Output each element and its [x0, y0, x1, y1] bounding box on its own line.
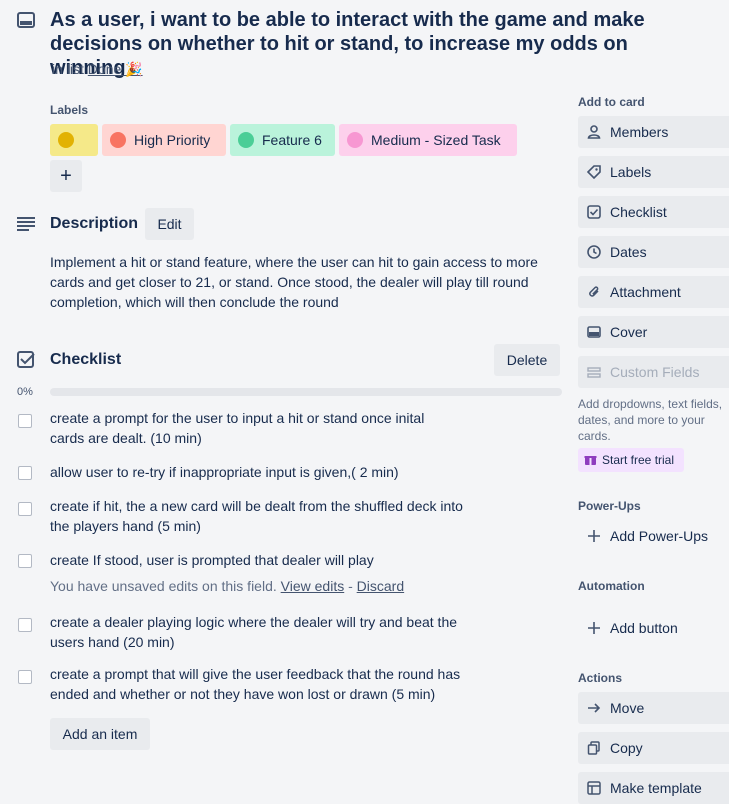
- automation-heading: Automation: [578, 579, 645, 593]
- checklist-progress-percent: 0%: [17, 386, 33, 398]
- list-link[interactable]: Done 🎉: [88, 61, 143, 77]
- description-icon: [17, 216, 35, 232]
- label-chip-high-priority[interactable]: High Priority: [102, 124, 226, 156]
- add-powerups-button[interactable]: Add Power-Ups: [578, 520, 729, 552]
- checklist-item[interactable]: create a prompt for the user to input a …: [50, 408, 450, 448]
- checklist-item[interactable]: create a dealer playing logic where the …: [50, 612, 480, 652]
- label-chip-feature-6[interactable]: Feature 6: [230, 124, 335, 156]
- dates-button[interactable]: Dates: [578, 236, 729, 268]
- plus-icon: +: [60, 164, 72, 187]
- checklist-item-checkbox[interactable]: [18, 618, 32, 632]
- card-title[interactable]: As a user, i want to be able to interact…: [50, 8, 700, 80]
- checklist-item-checkbox[interactable]: [18, 670, 32, 684]
- checklist-item[interactable]: create if hit, the a new card will be de…: [50, 496, 468, 536]
- move-label: Move: [610, 700, 645, 716]
- checklist-button[interactable]: Checklist: [578, 196, 729, 228]
- label-chip-medium-sized-task[interactable]: Medium - Sized Task: [339, 124, 517, 156]
- add-label-button[interactable]: +: [50, 160, 82, 192]
- attachment-button[interactable]: Attachment: [578, 276, 729, 308]
- paperclip-icon: [587, 285, 601, 299]
- plus-icon: [587, 529, 601, 543]
- tag-icon: [587, 165, 601, 179]
- make-template-label: Make template: [610, 780, 702, 796]
- delete-checklist-button[interactable]: Delete: [494, 344, 560, 376]
- card-icon: [17, 12, 35, 28]
- in-list-prefix: in list: [52, 61, 84, 77]
- make-template-button[interactable]: Make template: [578, 772, 729, 804]
- in-list-text: in list Done 🎉: [52, 61, 143, 78]
- description-heading: Description: [50, 215, 139, 232]
- checklist-item-checkbox[interactable]: [18, 554, 32, 568]
- add-automation-button[interactable]: Add button: [578, 612, 729, 644]
- labels-button[interactable]: Labels: [578, 156, 729, 188]
- add-powerups-label: Add Power-Ups: [610, 528, 709, 544]
- checklist-item[interactable]: create a prompt that will give the user …: [50, 664, 480, 704]
- label-dot: [238, 132, 254, 148]
- checkbox-icon: [587, 205, 601, 219]
- custom-fields-hint: Add dropdowns, text fields, dates, and m…: [578, 397, 723, 443]
- members-label: Members: [610, 124, 669, 140]
- cover-icon: [587, 325, 601, 339]
- attachment-label: Attachment: [610, 284, 681, 300]
- checklist-item-checkbox[interactable]: [18, 502, 32, 516]
- label-text: Feature 6: [262, 132, 322, 148]
- label-text: Medium - Sized Task: [371, 132, 501, 148]
- arrow-right-icon: [587, 701, 601, 715]
- checklist-item[interactable]: create If stood, user is prompted that d…: [50, 550, 530, 570]
- checklist-icon: [17, 351, 35, 369]
- copy-label: Copy: [610, 740, 643, 756]
- custom-fields-label: Custom Fields: [610, 364, 700, 380]
- label-dot: [58, 132, 74, 148]
- labels-heading: Labels: [50, 103, 89, 117]
- checklist-progress-bar: [50, 388, 562, 396]
- cover-button[interactable]: Cover: [578, 316, 729, 348]
- unsaved-text: You have unsaved edits on this field.: [50, 578, 277, 594]
- checklist-item[interactable]: allow user to re-try if inappropriate in…: [50, 462, 530, 482]
- label-dot: [347, 132, 363, 148]
- label-chip-yellow[interactable]: [50, 124, 98, 156]
- move-button[interactable]: Move: [578, 692, 729, 724]
- copy-button[interactable]: Copy: [578, 732, 729, 764]
- discard-link[interactable]: Discard: [357, 578, 404, 594]
- add-to-card-heading: Add to card: [578, 95, 645, 109]
- checklist-heading[interactable]: Checklist: [50, 351, 121, 369]
- add-checklist-item-button[interactable]: Add an item: [50, 718, 150, 750]
- plus-icon: [587, 621, 601, 635]
- person-icon: [587, 125, 601, 139]
- description-text[interactable]: Implement a hit or stand feature, where …: [50, 252, 560, 312]
- separator: -: [348, 578, 353, 594]
- gift-icon: [584, 453, 597, 466]
- cover-label: Cover: [610, 324, 648, 340]
- add-button-label: Add button: [610, 620, 678, 636]
- start-free-trial-button[interactable]: Start free trial: [578, 448, 684, 472]
- label-text: High Priority: [134, 132, 211, 148]
- checklist-item-checkbox[interactable]: [18, 414, 32, 428]
- view-edits-link[interactable]: View edits: [281, 578, 345, 594]
- unsaved-edits-notice: You have unsaved edits on this field. Vi…: [50, 578, 404, 594]
- checklist-item-checkbox[interactable]: [18, 466, 32, 480]
- labels-label: Labels: [610, 164, 652, 180]
- label-dot: [110, 132, 126, 148]
- edit-description-button[interactable]: Edit: [145, 208, 194, 240]
- powerups-heading: Power-Ups: [578, 499, 641, 513]
- checklist-label: Checklist: [610, 204, 667, 220]
- custom-fields-button[interactable]: Custom Fields: [578, 356, 729, 388]
- copy-icon: [587, 741, 601, 755]
- actions-heading: Actions: [578, 671, 623, 685]
- custom-fields-icon: [587, 365, 601, 379]
- members-button[interactable]: Members: [578, 116, 729, 148]
- dates-label: Dates: [610, 244, 647, 260]
- template-icon: [587, 781, 601, 795]
- clock-icon: [587, 245, 601, 259]
- start-free-trial-label: Start free trial: [602, 453, 675, 467]
